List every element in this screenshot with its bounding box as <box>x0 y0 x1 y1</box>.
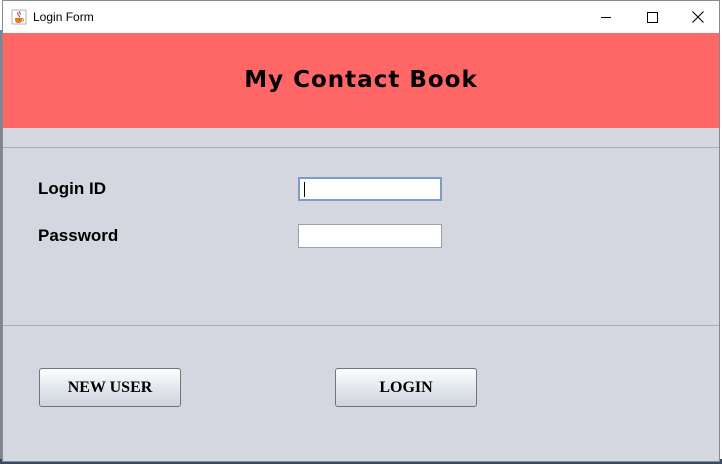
password-label: Password <box>38 226 119 245</box>
minimize-icon <box>600 16 611 18</box>
divider-top <box>3 147 719 148</box>
login-button[interactable]: LOGIN <box>335 368 477 407</box>
login-id-field[interactable] <box>298 177 442 201</box>
minimize-button[interactable] <box>583 1 629 33</box>
new-user-button[interactable]: NEW USER <box>39 368 181 407</box>
window-title: Login Form <box>33 10 94 24</box>
close-icon <box>692 11 704 23</box>
java-cup-icon[interactable] <box>11 9 27 25</box>
app-heading: My Contact Book <box>244 66 478 93</box>
login-id-label: Login ID <box>38 179 106 198</box>
login-window: Login Form My Contact Book Login ID Pass… <box>2 0 720 462</box>
maximize-button[interactable] <box>629 1 675 33</box>
header-banner: My Contact Book <box>3 33 719 128</box>
divider-bottom <box>3 325 719 326</box>
text-caret <box>304 182 305 197</box>
title-bar[interactable]: Login Form <box>3 1 719 33</box>
password-field[interactable] <box>298 224 442 248</box>
close-button[interactable] <box>675 1 721 33</box>
maximize-icon <box>646 11 658 23</box>
